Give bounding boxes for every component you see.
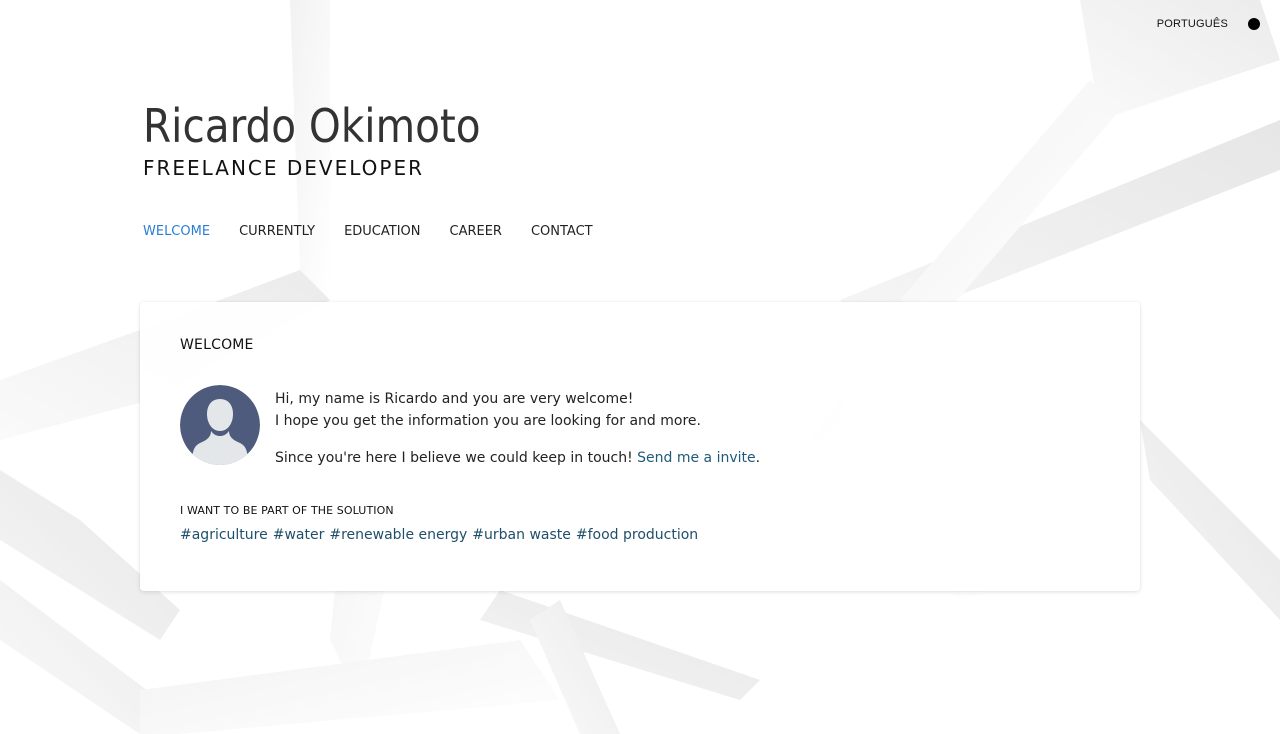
nav-item-currently[interactable]: CURRENTLY <box>239 224 315 239</box>
tag-renewable-energy[interactable]: #renewable energy <box>329 527 467 543</box>
user-silhouette-icon <box>180 385 260 465</box>
site-header: Ricardo Okimoto FREELANCE DEVELOPER <box>143 100 487 180</box>
tag-water[interactable]: #water <box>273 527 325 543</box>
site-owner-name: Ricardo Okimoto <box>143 99 481 153</box>
solution-tags: #agriculture #water #renewable energy #u… <box>180 527 698 543</box>
site-role-subtitle: FREELANCE DEVELOPER <box>143 156 424 180</box>
welcome-line-3: Since you're here I believe we could kee… <box>275 450 761 466</box>
welcome-card: WELCOME Hi, my name is Ricardo and you a… <box>140 302 1140 591</box>
welcome-title: WELCOME <box>180 337 254 353</box>
welcome-line-1: Hi, my name is Ricardo and you are very … <box>275 391 634 407</box>
tag-agriculture[interactable]: #agriculture <box>180 527 268 543</box>
language-switch-link[interactable]: PORTUGUÊS <box>1157 18 1228 30</box>
tag-food-production[interactable]: #food production <box>576 527 698 543</box>
welcome-line-2: I hope you get the information you are l… <box>275 413 701 429</box>
tag-urban-waste[interactable]: #urban waste <box>472 527 571 543</box>
nav-item-education[interactable]: EDUCATION <box>344 224 420 239</box>
nav-item-career[interactable]: CAREER <box>450 224 502 239</box>
solution-subtitle: I WANT TO BE PART OF THE SOLUTION <box>180 504 394 517</box>
nav-item-welcome[interactable]: WELCOME <box>143 224 210 239</box>
language-toggle-dot-icon[interactable] <box>1248 18 1260 30</box>
send-invite-link[interactable]: Send me a invite <box>637 450 755 466</box>
nav-item-contact[interactable]: CONTACT <box>531 224 593 239</box>
welcome-message: Hi, my name is Ricardo and you are very … <box>275 388 760 469</box>
main-nav: WELCOME CURRENTLY EDUCATION CAREER CONTA… <box>143 224 593 239</box>
